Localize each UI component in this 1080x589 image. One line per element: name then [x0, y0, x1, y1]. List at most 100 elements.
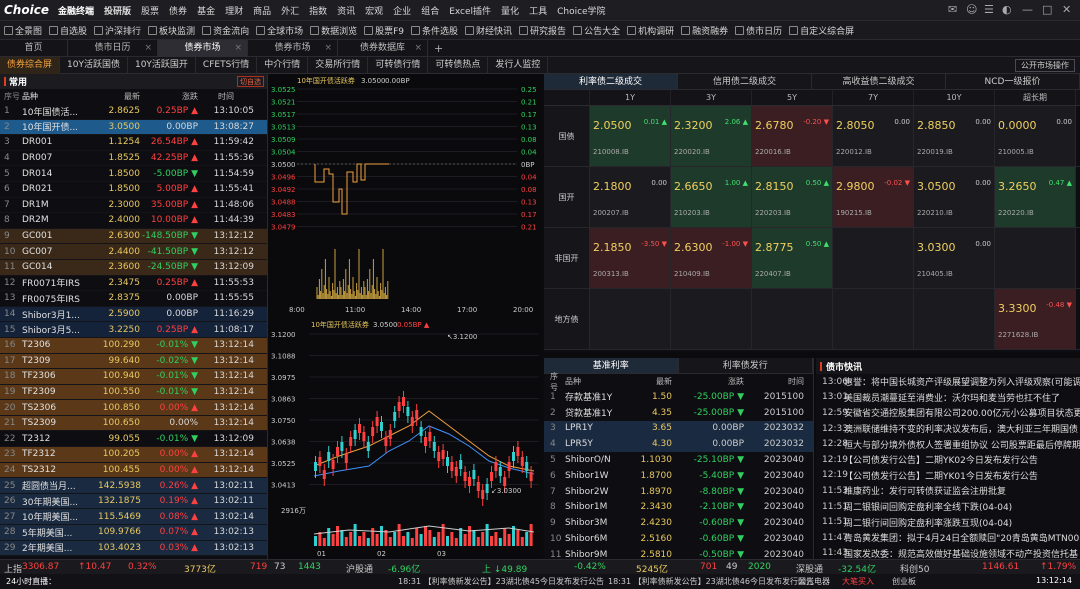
grid-cell[interactable]: 2.6780 -0.20 ▼ 220016.IB	[752, 106, 833, 166]
menu-icon[interactable]: ☰	[984, 3, 994, 16]
grid-cell[interactable]: 2.1850 -3.50 ▼ 200313.IB	[590, 228, 671, 288]
rate-tab[interactable]: 信用债二级成交	[678, 74, 812, 89]
quote-row[interactable]: 19 TF2309 100.550 -0.01% ▼ 13:12:14	[0, 384, 267, 401]
quote-row[interactable]: 5 DR014 1.8500 -5.00BP ▼ 11:54:59	[0, 166, 267, 182]
quote-row[interactable]: 29 2年期美国... 103.4023 0.03% ▲ 13:02:13	[0, 540, 267, 557]
sub-tab[interactable]: 发行人监控	[488, 56, 549, 74]
mail-icon[interactable]: ✉	[948, 3, 957, 16]
grid-cell[interactable]: 2.8150 0.50 ▲ 220203.IB	[752, 167, 833, 227]
add-tab-icon[interactable]: +	[428, 42, 443, 55]
grid-cell[interactable]	[833, 228, 914, 288]
page-tab[interactable]: 首页	[0, 39, 68, 57]
grid-col-header[interactable]: 3Y	[671, 90, 752, 105]
col-change[interactable]: 涨跌	[140, 91, 198, 102]
grid-cell[interactable]: 2.9800 -0.02 ▼ 190215.IB	[833, 167, 914, 227]
quote-row[interactable]: 23 TF2312 100.205 0.00% ▲ 13:12:14	[0, 447, 267, 463]
rate-col-last[interactable]: 最新	[630, 376, 672, 387]
menu-item[interactable]: 资讯	[337, 4, 355, 17]
news-item[interactable]: 11:47 青岛黄发集团：拟于4月24日全额赎回"20青岛黄岛MTN00	[816, 530, 1080, 546]
col-time[interactable]: 时间	[198, 91, 256, 102]
rate-row[interactable]: 7 Shibor2W 1.8970 -8.80BP ▼ 2023040	[544, 484, 813, 500]
grid-cell[interactable]: 3.0500 0.00 220210.IB	[914, 167, 995, 227]
menu-item[interactable]: 理财	[225, 4, 243, 17]
rate-col-no[interactable]: 序号	[544, 371, 562, 393]
rate-row[interactable]: 6 Shibor1W 1.8700 -5.40BP ▼ 2023040	[544, 468, 813, 484]
rate-row[interactable]: 11 Shibor9M 2.5810 -0.50BP ▼ 2023040	[544, 547, 813, 559]
sub-tab[interactable]: 交易所行情	[308, 56, 369, 74]
grid-cell[interactable]	[914, 289, 995, 349]
page-tab[interactable]: 债券数据库 ×	[338, 39, 428, 57]
tab-close-icon[interactable]: ×	[234, 40, 242, 57]
rate-row[interactable]: 5 ShiborO/N 1.1030 -25.10BP ▼ 2023040	[544, 452, 813, 468]
toolbar-item[interactable]: 全球市场	[256, 24, 303, 37]
grid-cell[interactable]: 2.8850 0.00 220019.IB	[914, 106, 995, 166]
benchmark-tab[interactable]: 利率债发行	[679, 358, 813, 373]
rate-col-name[interactable]: 品种	[562, 376, 630, 387]
rate-row[interactable]: 2 贷款基准1Y 4.35 -25.00BP ▼ 2015100	[544, 405, 813, 421]
grid-cell[interactable]: 3.3300 -0.48 ▼ 2271628.IB	[995, 289, 1076, 349]
quote-row[interactable]: 3 DR001 1.1254 26.54BP ▲ 11:59:42	[0, 135, 267, 151]
switch-watchlist-button[interactable]: 切自选	[237, 76, 264, 87]
news-item[interactable]: 13:01 美国裁员潮蔓延至消费业：沃尔玛和麦当劳也扛不住了	[816, 390, 1080, 406]
col-last[interactable]: 最新	[98, 91, 140, 102]
rate-tab[interactable]: NCD一级报价	[946, 74, 1080, 89]
page-tab[interactable]: 债券市场 ×	[158, 39, 248, 57]
toolbar-item[interactable]: 财经快讯	[465, 24, 512, 37]
grid-col-header[interactable]: 5Y	[752, 90, 833, 105]
quote-row[interactable]: 27 10年期美国... 115.5469 0.08% ▲ 13:02:14	[0, 509, 267, 526]
quote-row[interactable]: 15 Shibor3月5... 3.2250 0.25BP ▲ 11:08:17	[0, 322, 267, 338]
news-item[interactable]: 12:19 【公司债发行公告】二期YK02今日发布发行公告	[816, 452, 1080, 468]
sub-tab[interactable]: 10Y活跃国债	[60, 56, 128, 74]
toolbar-item[interactable]: 股票F9	[364, 24, 404, 37]
grid-cell[interactable]: 2.6650 1.00 ▲ 210203.IB	[671, 167, 752, 227]
quote-row[interactable]: 8 DR2M 2.4000 10.00BP ▲ 11:44:39	[0, 213, 267, 229]
quote-row[interactable]: 18 TF2306 100.940 -0.01% ▼ 13:12:14	[0, 369, 267, 385]
grid-col-header[interactable]: 10Y	[914, 90, 995, 105]
toolbar-item[interactable]: 自定义综合屏	[789, 24, 854, 37]
grid-cell[interactable]: 2.6300 -1.00 ▼ 210409.IB	[671, 228, 752, 288]
menu-item[interactable]: 商品	[253, 4, 271, 17]
ticker-news-2[interactable]: 18:31 【利率债新发公告】23湖北债46今日发布发行公告	[608, 576, 814, 587]
rate-row[interactable]: 4 LPR5Y 4.30 0.00BP 2023032	[544, 436, 813, 453]
news-item[interactable]: 11:53 维康药业：发行可转债获证监会注册批复	[816, 483, 1080, 499]
rate-row[interactable]: 3 LPR1Y 3.65 0.00BP 2023032	[544, 420, 813, 437]
news-item[interactable]: 11:43 国家发改委：规范高效做好基础设施领域不动产投资信托基	[816, 546, 1080, 559]
quote-row[interactable]: 6 DR021 1.8500 5.00BP ▲ 11:55:41	[0, 182, 267, 198]
grid-cell[interactable]: 2.1800 0.00 200207.IB	[590, 167, 671, 227]
news-item[interactable]: 12:19 【公司债发行公告】二期YK01今日发布发行公告	[816, 468, 1080, 484]
quote-row[interactable]: 24 TS2312 100.455 0.00% ▲ 13:12:14	[0, 462, 267, 479]
menu-item[interactable]: 债券	[169, 4, 187, 17]
tab-close-icon[interactable]: ×	[414, 40, 422, 57]
menu-item[interactable]: 股票	[141, 4, 159, 17]
quote-row[interactable]: 26 30年期美国... 132.1875 0.19% ▲ 13:02:11	[0, 493, 267, 510]
toolbar-item[interactable]: 资金流向	[202, 24, 249, 37]
grid-cell[interactable]: 0.0000 0.00 210005.IB	[995, 106, 1076, 166]
rate-row[interactable]: 8 Shibor1M 2.3430 -2.10BP ▼ 2023040	[544, 500, 813, 516]
quote-row[interactable]: 13 FR0075年IRS 2.8375 0.00BP 11:55:55	[0, 291, 267, 307]
toolbar-item[interactable]: 全景图	[4, 24, 42, 37]
tab-close-icon[interactable]: ×	[144, 40, 152, 57]
grid-cell[interactable]: 2.8050 0.00 220012.IB	[833, 106, 914, 166]
page-tab[interactable]: 债市日历 ×	[68, 39, 158, 57]
toolbar-item[interactable]: 沪深排行	[94, 24, 141, 37]
rate-row[interactable]: 9 Shibor3M 2.4230 -0.60BP ▼ 2023040	[544, 515, 813, 531]
rate-col-time[interactable]: 时间	[744, 376, 804, 387]
sub-tab[interactable]: 可转债行情	[368, 56, 429, 74]
grid-cell[interactable]: 2.0500 0.01 ▲ 210008.IB	[590, 106, 671, 166]
sub-tab[interactable]: 10Y活跃国开	[128, 56, 196, 74]
page-tab[interactable]: 债券市场 ×	[248, 39, 338, 57]
rate-tab[interactable]: 高收益债二级成交	[812, 74, 946, 89]
menu-item[interactable]: Excel插件	[449, 4, 491, 17]
live-label[interactable]: 24小时直播：	[6, 576, 56, 587]
toolbar-item[interactable]: 数据浏览	[310, 24, 357, 37]
quote-row[interactable]: 9 GC001 2.6300 -148.50BP ▼ 13:12:12	[0, 228, 267, 245]
menu-item[interactable]: 组合	[421, 4, 439, 17]
grid-cell[interactable]: 2.8775 0.50 ▲ 220407.IB	[752, 228, 833, 288]
toolbar-item[interactable]: 研究报告	[519, 24, 566, 37]
tab-close-icon[interactable]: ×	[324, 40, 332, 57]
menu-item[interactable]: 量化	[501, 4, 519, 17]
kline-chart[interactable]: 10年国开债活跃券 3.0500 0.05BP ▲ 3.1200 3.1088 3.097…	[269, 316, 541, 559]
toolbar-item[interactable]: 公告大全	[573, 24, 620, 37]
news-item[interactable]: 12:33 澳洲联储维持不变的利率决议发布后，澳大利亚三年期国债	[816, 421, 1080, 437]
quote-row[interactable]: 7 DR1M 2.3000 35.00BP ▲ 11:48:06	[0, 198, 267, 214]
